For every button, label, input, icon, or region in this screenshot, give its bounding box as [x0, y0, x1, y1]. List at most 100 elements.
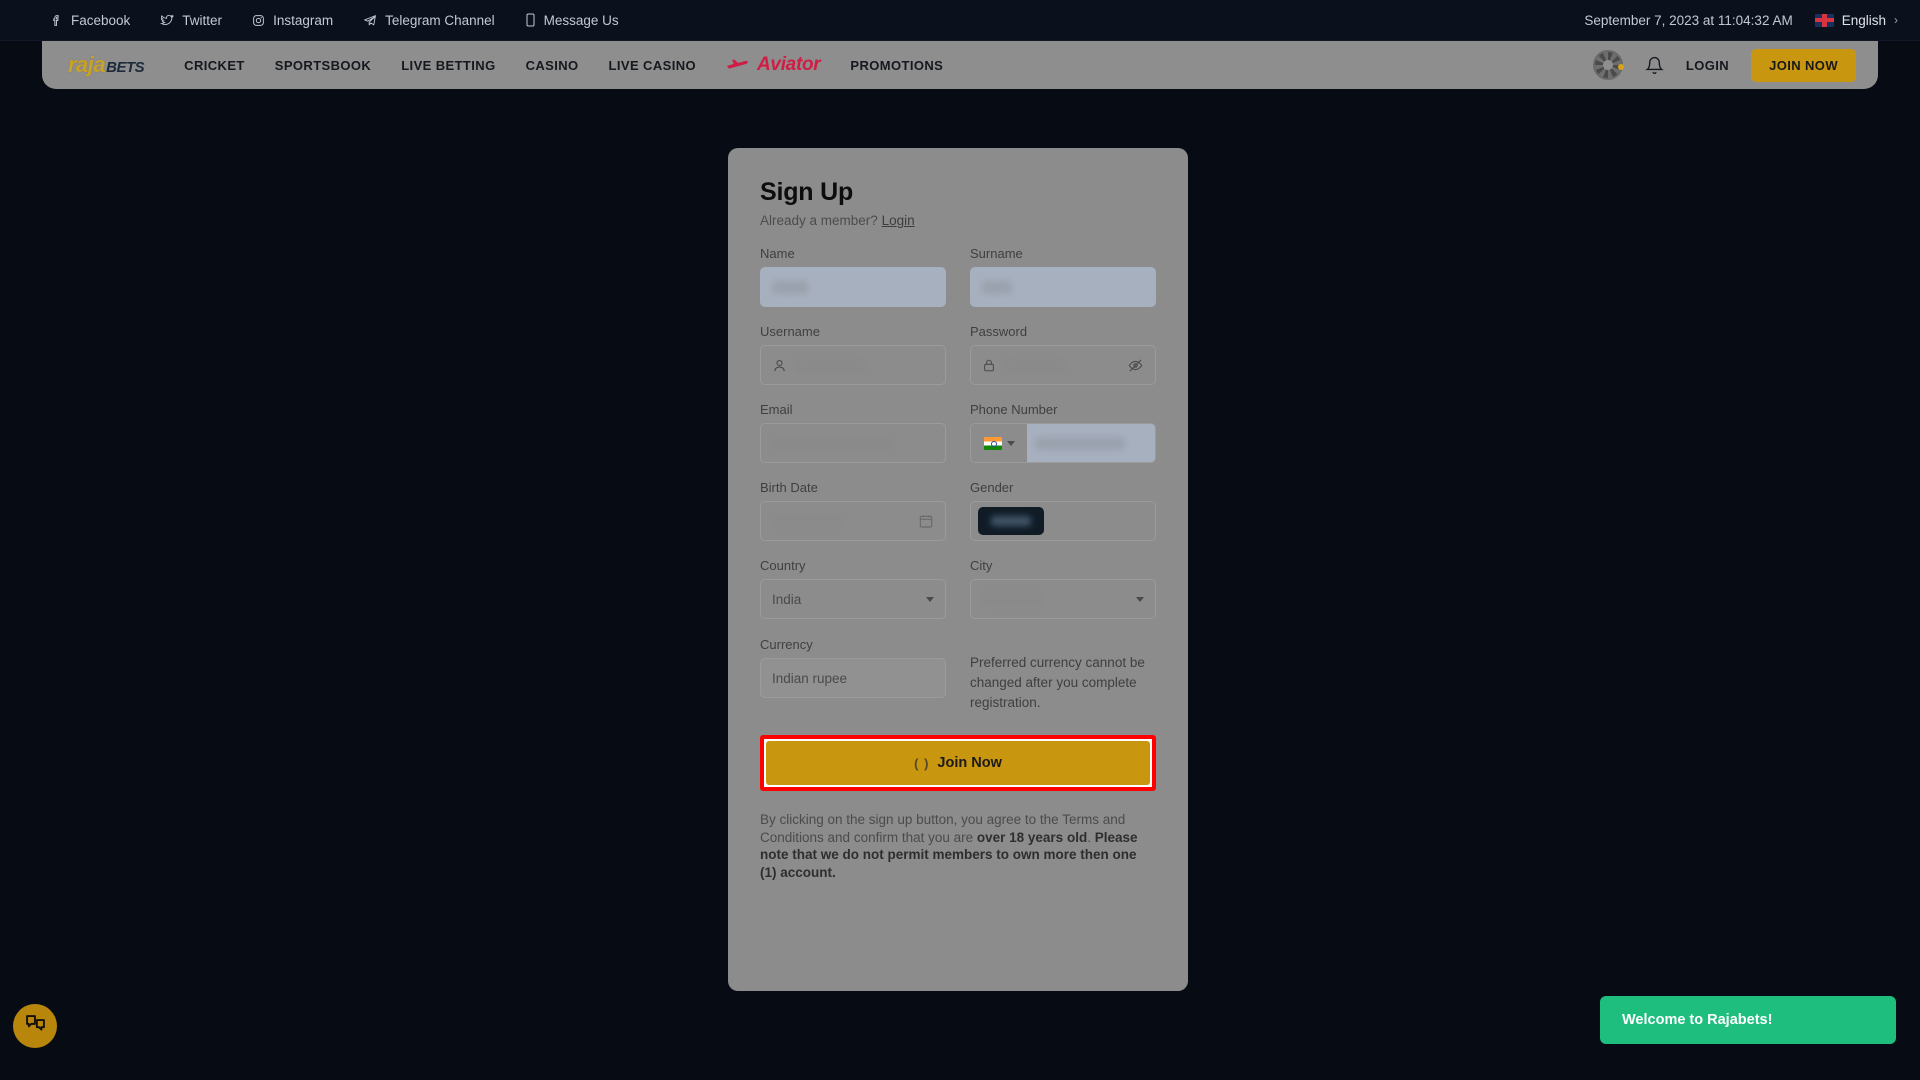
current-datetime: September 7, 2023 at 11:04:32 AM [1584, 12, 1793, 28]
join-now-label: Join Now [937, 755, 1002, 771]
india-flag-icon [983, 436, 1002, 450]
social-link-label: Instagram [273, 12, 334, 28]
city-select[interactable] [970, 579, 1156, 619]
airplane-icon [726, 56, 752, 75]
already-member-row: Already a member? Login [760, 213, 1156, 228]
nav-item-promotions[interactable]: PROMOTIONS [850, 58, 943, 73]
login-link[interactable]: Login [882, 213, 915, 228]
rajabets-logo[interactable]: raja BETS [68, 52, 145, 78]
join-now-submit-button[interactable]: ( ) Join Now [766, 741, 1150, 785]
redacted-value [991, 516, 1031, 526]
social-link-label: Telegram Channel [385, 12, 495, 28]
redacted-value [772, 280, 808, 294]
field-surname: Surname [970, 246, 1156, 307]
toggle-password-visibility-icon[interactable] [1127, 358, 1144, 373]
name-input[interactable] [760, 267, 946, 307]
password-input[interactable] [970, 345, 1156, 385]
social-link-telegram[interactable]: Telegram Channel [363, 13, 495, 28]
social-link-message-us[interactable]: Message Us [525, 13, 619, 28]
field-label-username: Username [760, 324, 820, 339]
chevron-down-icon [1006, 440, 1015, 446]
logo-primary-text: raja [68, 52, 106, 77]
join-now-highlight-annotation: ( ) Join Now [760, 735, 1156, 791]
logo-secondary-text: BETS [106, 59, 145, 76]
social-links-list: Facebook Twitter Instagram Telegram Chan… [50, 13, 619, 28]
nav-item-cricket[interactable]: CRICKET [184, 58, 245, 73]
field-label-name: Name [760, 246, 795, 261]
welcome-toast[interactable]: Welcome to Rajabets! [1600, 996, 1896, 1044]
field-label-email: Email [760, 402, 793, 417]
country-selected-value: India [772, 591, 802, 607]
signup-modal: Sign Up Already a member? Login Name Sur… [728, 148, 1188, 991]
uk-flag-icon [1814, 13, 1834, 27]
field-country: Country India [760, 558, 946, 619]
nav-links-group: CRICKET SPORTSBOOK LIVE BETTING CASINO L… [184, 54, 943, 76]
twitter-icon [160, 14, 175, 27]
nav-item-casino[interactable]: CASINO [526, 58, 579, 73]
email-input[interactable] [760, 423, 946, 463]
nav-item-aviator[interactable]: Aviator [726, 54, 821, 76]
social-link-label: Message Us [543, 12, 619, 28]
field-birth-date: Birth Date [760, 480, 946, 541]
gender-selected-chip[interactable] [978, 507, 1044, 535]
field-name: Name [760, 246, 946, 307]
field-password: Password [970, 324, 1156, 385]
join-now-nav-button[interactable]: JOIN NOW [1751, 48, 1856, 82]
redacted-value [982, 280, 1012, 294]
signup-form-grid: Name Surname Username Password Email Pho… [760, 246, 1156, 636]
nav-item-live-betting[interactable]: LIVE BETTING [401, 58, 495, 73]
surname-input[interactable] [970, 267, 1156, 307]
phone-number-input[interactable] [970, 423, 1156, 463]
chat-bubble-icon [24, 1012, 47, 1040]
terms-bold-age: over 18 years old [976, 829, 1088, 845]
country-select[interactable]: India [760, 579, 946, 619]
telegram-icon [363, 14, 377, 27]
field-label-gender: Gender [970, 480, 1014, 495]
login-button[interactable]: LOGIN [1686, 58, 1729, 73]
username-input[interactable] [760, 345, 946, 385]
terms-part-2: . [1087, 829, 1095, 845]
field-city: City [970, 558, 1156, 619]
terms-text: By clicking on the sign up button, you a… [760, 811, 1156, 881]
redacted-value [1035, 436, 1125, 450]
field-label-password: Password [970, 324, 1028, 339]
person-icon [772, 358, 787, 373]
field-label-city: City [970, 558, 993, 573]
lock-icon [982, 358, 996, 373]
currency-input: Indian rupee [760, 658, 946, 698]
language-selector[interactable]: English › [1814, 12, 1898, 28]
calendar-icon[interactable] [918, 513, 934, 529]
currency-note: Preferred currency cannot be changed aft… [970, 655, 1145, 710]
language-label: English [1841, 12, 1886, 28]
nav-item-live-casino[interactable]: LIVE CASINO [609, 58, 696, 73]
gender-input[interactable] [970, 501, 1156, 541]
field-username: Username [760, 324, 946, 385]
aviator-label: Aviator [757, 54, 821, 75]
country-code-selector[interactable] [971, 424, 1027, 462]
field-phone-number: Phone Number [970, 402, 1156, 463]
already-member-text: Already a member? [760, 213, 878, 228]
nav-item-sportsbook[interactable]: SPORTSBOOK [275, 58, 371, 73]
field-gender: Gender [970, 480, 1156, 541]
field-label-currency: Currency [760, 637, 813, 652]
mobile-message-icon [525, 13, 536, 27]
social-link-twitter[interactable]: Twitter [160, 13, 222, 28]
currency-value: Indian rupee [772, 670, 848, 686]
nav-right-group: LOGIN JOIN NOW [1592, 48, 1856, 82]
phone-number-value [1027, 424, 1155, 462]
app-screen: Facebook Twitter Instagram Telegram Chan… [0, 0, 1920, 1080]
currency-row: Currency Indian rupee Preferred currency… [760, 637, 1156, 715]
fortune-wheel-icon[interactable] [1592, 50, 1624, 80]
field-currency: Currency Indian rupee [760, 637, 946, 698]
chevron-right-icon: › [1894, 13, 1898, 27]
redacted-value [772, 436, 892, 450]
birth-date-input[interactable] [760, 501, 946, 541]
redacted-value [1004, 358, 1066, 372]
live-chat-widget-button[interactable] [13, 1004, 57, 1048]
social-link-instagram[interactable]: Instagram [252, 13, 333, 28]
toast-message: Welcome to Rajabets! [1622, 1012, 1773, 1028]
modal-title: Sign Up [760, 178, 854, 206]
notifications-bell-icon[interactable] [1645, 55, 1664, 76]
social-link-facebook[interactable]: Facebook [50, 13, 130, 28]
field-label-country: Country [760, 558, 806, 573]
